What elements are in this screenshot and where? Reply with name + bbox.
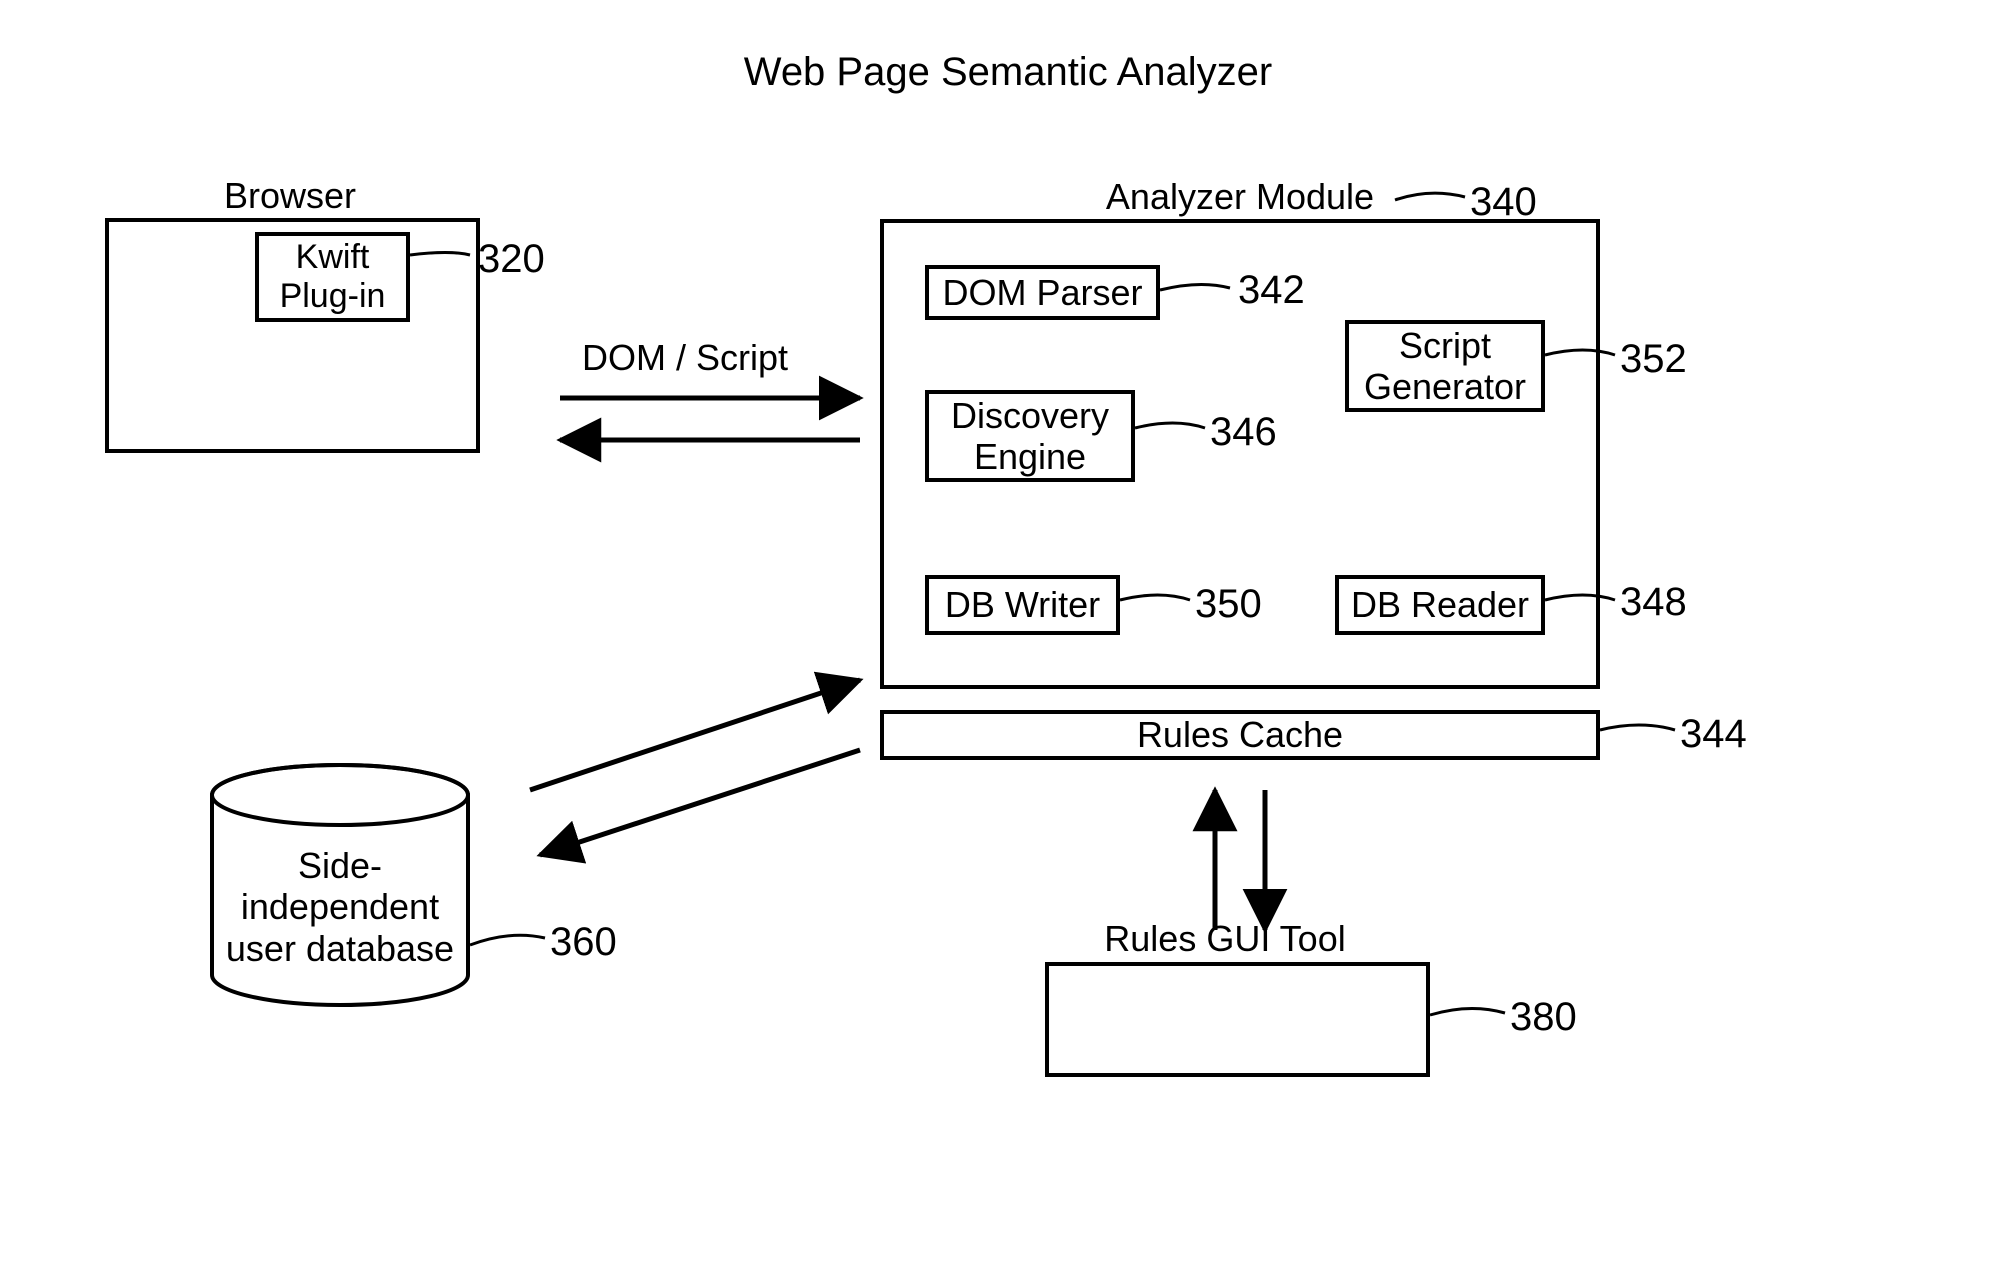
analyzer-label: Analyzer Module — [1090, 176, 1390, 217]
rulestool-ref: 380 — [1510, 995, 1577, 1040]
domparser-label: DOM Parser — [942, 272, 1142, 313]
plugin-label: Kwift Plug-in — [259, 236, 406, 316]
database-label: Side- independent user database — [212, 845, 468, 969]
rulescache-label: Rules Cache — [1137, 714, 1343, 755]
domscript-label: DOM / Script — [560, 337, 810, 378]
scriptgen-label: Script Generator — [1364, 325, 1526, 408]
diagram-title: Web Page Semantic Analyzer — [0, 50, 2016, 95]
dbwriter-label: DB Writer — [945, 584, 1100, 625]
domparser-box: DOM Parser — [925, 265, 1160, 320]
plugin-box: Kwift Plug-in — [255, 232, 410, 322]
rulescache-ref: 344 — [1680, 712, 1747, 757]
database-ref: 360 — [550, 920, 617, 965]
dbwriter-box: DB Writer — [925, 575, 1120, 635]
dbreader-label: DB Reader — [1351, 584, 1529, 625]
rulestool-box — [1045, 962, 1430, 1077]
dbreader-ref: 348 — [1620, 580, 1687, 625]
plugin-ref: 320 — [478, 237, 545, 282]
discovery-label: Discovery Engine — [951, 395, 1109, 478]
discovery-box: Discovery Engine — [925, 390, 1135, 482]
domparser-ref: 342 — [1238, 268, 1305, 313]
rulestool-label: Rules GUI Tool — [1075, 918, 1375, 959]
rulescache-box: Rules Cache — [880, 710, 1600, 760]
discovery-ref: 346 — [1210, 410, 1277, 455]
scriptgen-box: Script Generator — [1345, 320, 1545, 412]
dbwriter-ref: 350 — [1195, 582, 1262, 627]
browser-label: Browser — [190, 175, 390, 216]
dbreader-box: DB Reader — [1335, 575, 1545, 635]
scriptgen-ref: 352 — [1620, 337, 1687, 382]
